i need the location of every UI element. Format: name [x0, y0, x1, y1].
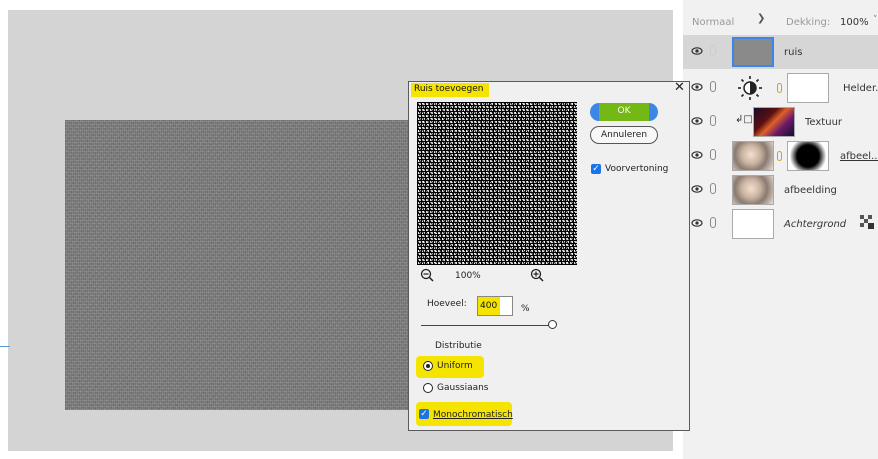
monochromatic-label: Monochromatisch [433, 410, 513, 420]
distribution-label: Distributie [435, 341, 482, 351]
layer-thumbnail [732, 141, 774, 171]
eye-icon[interactable] [691, 217, 703, 229]
layer-thumbnail [732, 37, 774, 67]
preview-checkbox[interactable]: ✓ [591, 164, 601, 174]
mask-link-icon[interactable] [777, 151, 782, 161]
layer-row-ruis[interactable]: ruis [683, 35, 878, 69]
layer-mask-thumbnail [787, 73, 829, 103]
layer-row-achtergrond[interactable]: Achtergrond [683, 207, 878, 241]
check-icon: ✓ [592, 164, 600, 174]
layer-name: afbeelding [784, 185, 837, 196]
chain-link-icon[interactable] [710, 217, 716, 228]
dialog-titlebar[interactable]: Ruis toevoegen ✕ [409, 80, 689, 98]
close-icon[interactable]: ✕ [674, 80, 685, 95]
chain-link-icon[interactable] [710, 183, 716, 194]
gaussian-label: Gaussiaans [437, 383, 489, 393]
chain-link-icon[interactable] [710, 149, 716, 160]
zoom-in-icon[interactable] [530, 268, 544, 282]
layer-thumbnail [732, 175, 774, 205]
opacity-value[interactable]: 100% [840, 17, 869, 28]
mask-link-icon[interactable] [777, 83, 782, 93]
layer-name: afbeel... [840, 151, 878, 162]
amount-value: 400 [480, 301, 498, 311]
chevron-down-icon[interactable]: ❯ [757, 13, 765, 24]
eye-icon[interactable] [691, 81, 703, 93]
layer-mask-thumbnail [787, 141, 829, 171]
noise-preview[interactable] [417, 102, 577, 265]
check-icon: ✓ [420, 409, 428, 419]
ok-button[interactable]: OK [590, 103, 658, 121]
chain-link-icon[interactable] [710, 81, 716, 92]
cancel-label: Annuleren [600, 130, 648, 140]
zoom-level: 100% [455, 271, 481, 281]
guide-line [0, 346, 10, 347]
layer-thumbnail [753, 107, 795, 137]
layer-row-helderheid[interactable]: Helder... [683, 71, 878, 105]
clipping-mask-icon: ↲□ [735, 114, 753, 125]
layer-name: Achtergrond [784, 219, 847, 230]
amount-slider-track[interactable] [421, 325, 549, 326]
amount-label: Hoeveel: [427, 299, 467, 309]
uniform-radio[interactable] [423, 361, 433, 371]
layer-thumbnail [732, 209, 774, 239]
layer-name: Textuur [805, 117, 843, 128]
chain-link-icon[interactable] [710, 115, 716, 126]
zoom-out-icon[interactable] [420, 268, 434, 282]
chain-link-icon[interactable] [710, 45, 716, 56]
layer-row-textuur[interactable]: ↲□ Textuur [683, 105, 878, 139]
eye-icon[interactable] [691, 115, 703, 127]
amount-input[interactable]: 400 [477, 296, 513, 316]
uniform-label: Uniform [437, 361, 473, 371]
transparency-lock-icon[interactable] [860, 215, 874, 229]
noise-canvas[interactable] [65, 120, 415, 410]
gaussian-radio[interactable] [423, 383, 433, 393]
layer-name: Helder... [843, 83, 878, 94]
preview-label: Voorvertoning [605, 164, 669, 174]
brightness-icon [738, 76, 762, 100]
amount-slider-thumb[interactable] [548, 320, 557, 329]
layer-name: ruis [784, 47, 803, 58]
eye-icon[interactable] [691, 149, 703, 161]
dialog-title: Ruis toevoegen [414, 84, 484, 94]
eye-icon[interactable] [691, 45, 703, 57]
eye-icon[interactable] [691, 183, 703, 195]
layer-row-afbeel-mask[interactable]: afbeel... [683, 139, 878, 173]
amount-unit: % [521, 304, 530, 314]
cancel-button[interactable]: Annuleren [590, 126, 658, 144]
chevron-down-icon[interactable]: ˅ [873, 15, 878, 25]
opacity-label: Dekking: [786, 17, 831, 28]
monochromatic-checkbox[interactable]: ✓ [419, 409, 429, 419]
ok-label: OK [617, 106, 631, 116]
add-noise-dialog: Ruis toevoegen ✕ OK Annuleren ✓ Voorvert… [408, 80, 690, 431]
layer-row-afbeelding[interactable]: afbeelding [683, 173, 878, 207]
blend-mode-select[interactable]: Normaal [692, 17, 734, 28]
